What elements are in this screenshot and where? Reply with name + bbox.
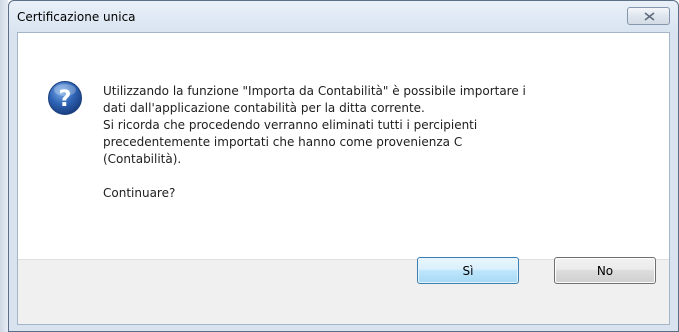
message-line: precedentemente importati che hanno come… [103, 135, 463, 149]
dialog-message: Utilizzando la funzione "Importa da Cont… [103, 83, 653, 202]
message-line: Si ricorda che procedendo verranno elimi… [103, 118, 478, 132]
dialog-titlebar[interactable]: Certificazione unica [9, 1, 678, 32]
background-window-edge [0, 0, 8, 332]
dialog-body: ? Utilizzando la funzione "Importa da Co… [18, 33, 669, 259]
no-button[interactable]: No [554, 257, 656, 284]
close-icon [644, 12, 655, 21]
message-dialog: Certificazione unica ? Utilizzando la fu… [8, 0, 679, 332]
yes-button[interactable]: Sì [417, 257, 519, 284]
message-line: Utilizzando la funzione "Importa da Cont… [103, 84, 526, 98]
close-button[interactable] [627, 7, 670, 25]
dialog-title: Certificazione unica [17, 10, 136, 24]
dialog-prompt: Continuare? [103, 186, 176, 200]
question-icon: ? [48, 81, 82, 115]
message-line: (Contabilità). [103, 152, 182, 166]
svg-text:?: ? [59, 87, 72, 112]
message-line: dati dall'applicazione contabilità per l… [103, 101, 425, 115]
